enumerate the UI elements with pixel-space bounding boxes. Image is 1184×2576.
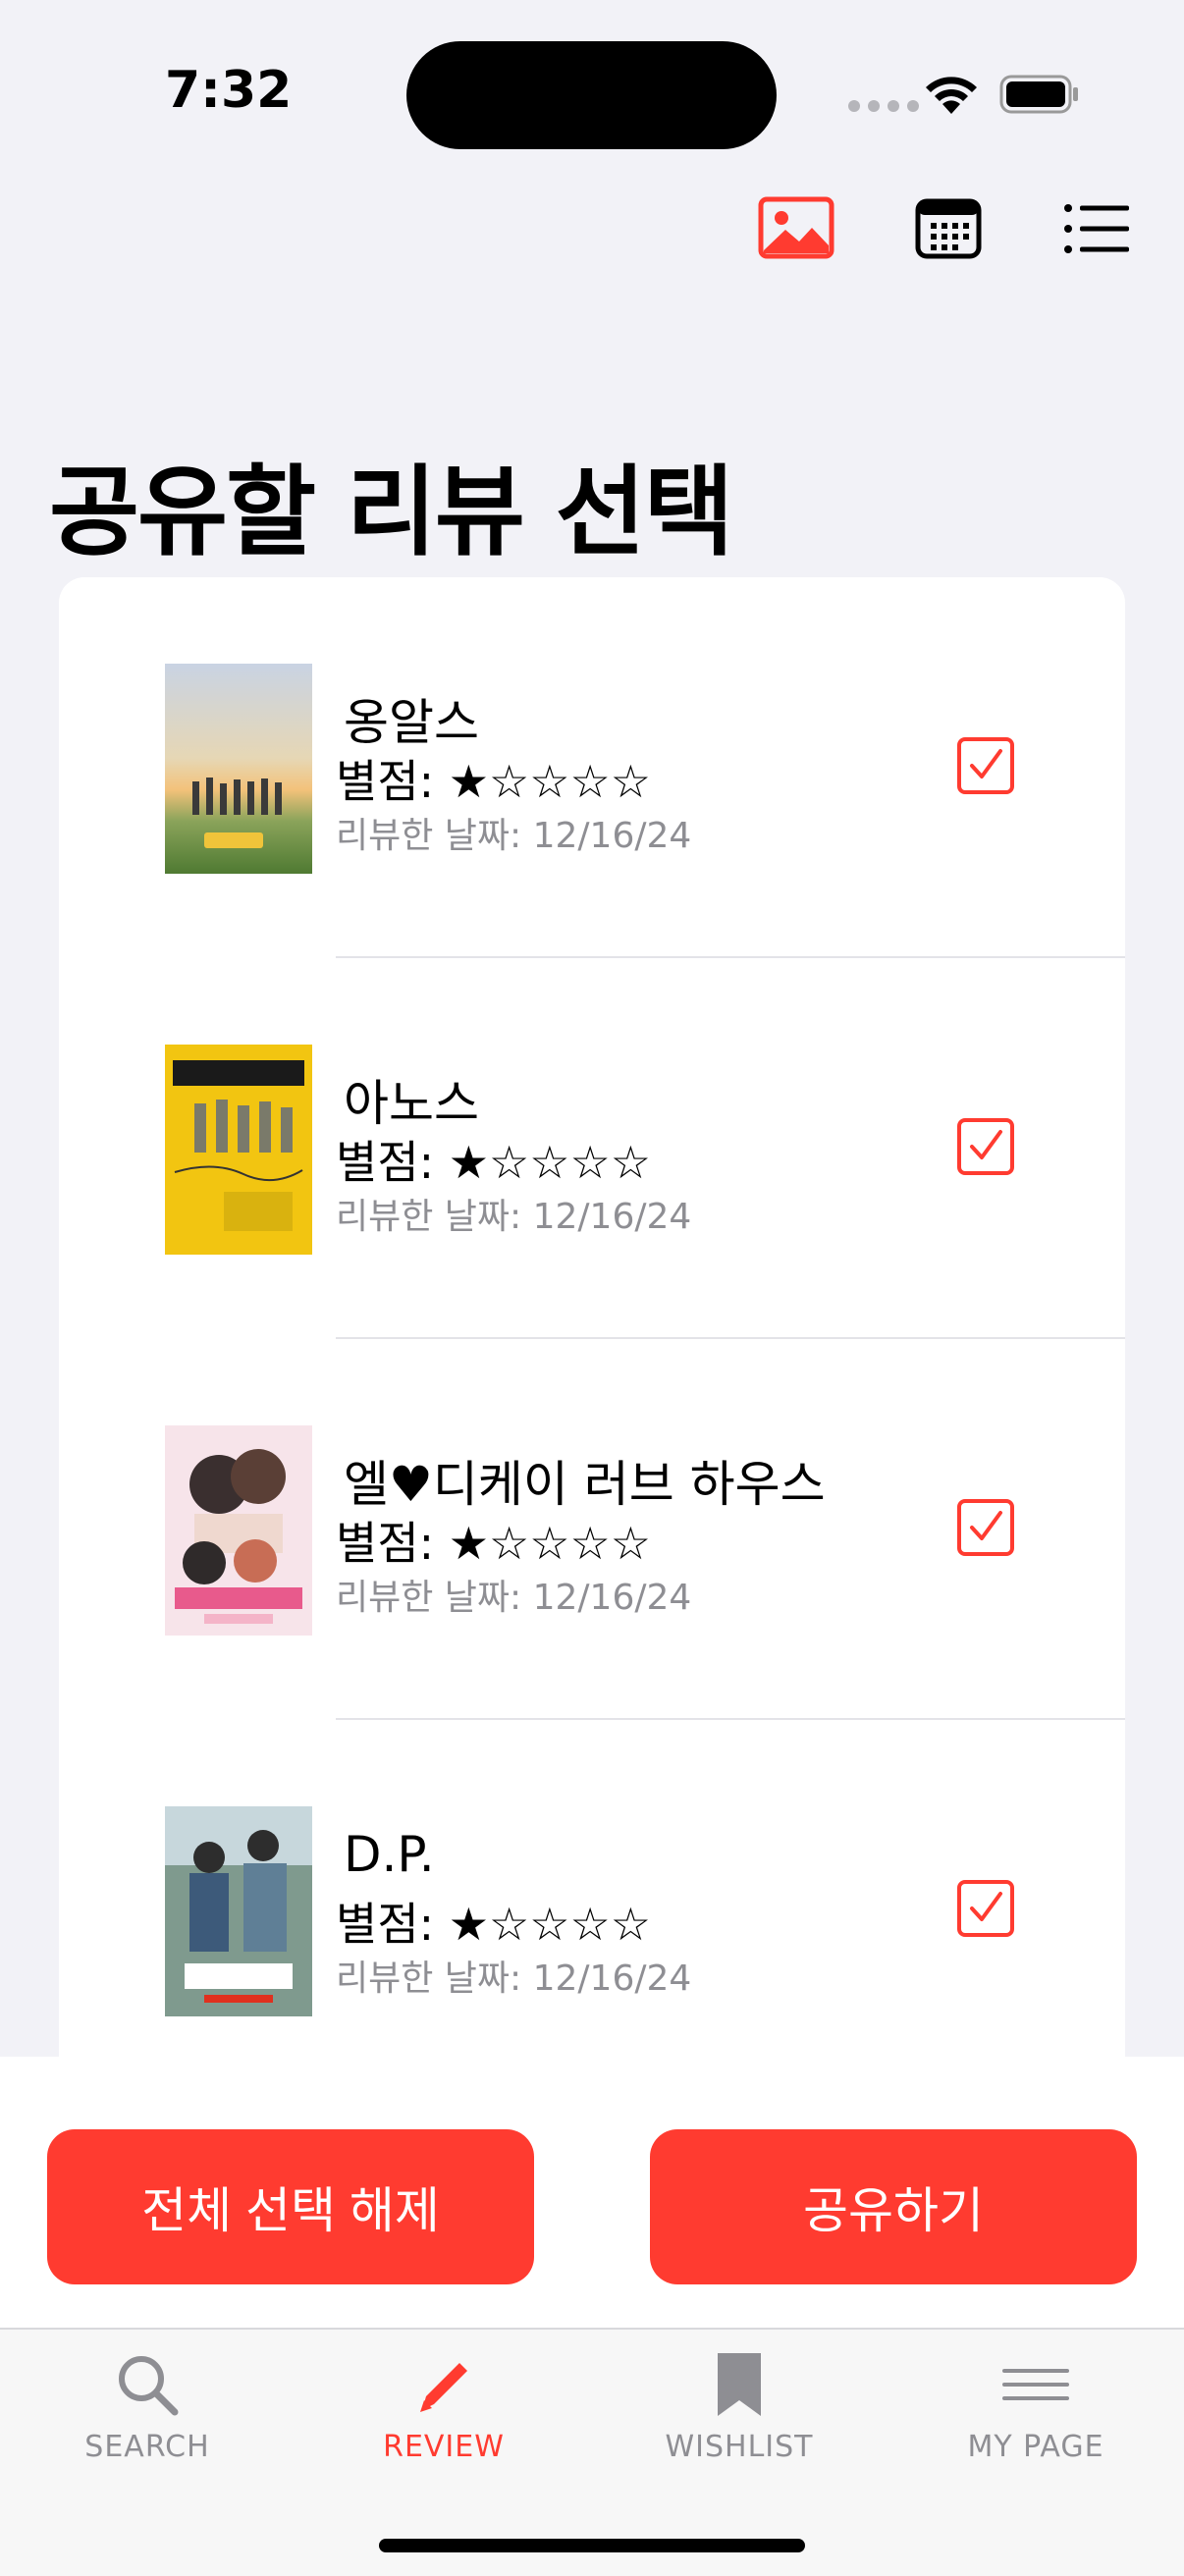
review-rating: 별점: ★☆☆☆☆	[336, 755, 651, 808]
review-rating: 별점: ★☆☆☆☆	[336, 1898, 651, 1951]
review-row[interactable]: 엘♥디케이 러브 하우스 별점: ★☆☆☆☆ 리뷰한 날짜: 12/16/24	[59, 1339, 1125, 1720]
checkbox-checked-icon[interactable]	[956, 1498, 1015, 1557]
home-indicator	[379, 2539, 805, 2552]
tab-wishlist[interactable]: WISHLIST	[592, 2349, 887, 2464]
tab-label: REVIEW	[383, 2430, 505, 2464]
review-title: 엘♥디케이 러브 하우스	[344, 1456, 826, 1513]
tab-mypage[interactable]: MY PAGE	[888, 2349, 1183, 2464]
poster-image	[165, 1045, 312, 1255]
poster-image	[165, 1425, 312, 1636]
review-rating: 별점: ★☆☆☆☆	[336, 1517, 651, 1570]
deselect-all-button[interactable]: 전체 선택 해제	[47, 2129, 534, 2284]
review-date: 리뷰한 날짜: 12/16/24	[336, 1197, 692, 1237]
checkbox-checked-icon[interactable]	[956, 736, 1015, 795]
review-title: 아노스	[344, 1075, 479, 1132]
review-date: 리뷰한 날짜: 12/16/24	[336, 1578, 692, 1618]
page-title: 공유할 리뷰 선택	[49, 455, 734, 569]
tab-review[interactable]: REVIEW	[296, 2349, 591, 2464]
cellular-signal-icon	[848, 100, 919, 112]
review-row[interactable]: 아노스 별점: ★☆☆☆☆ 리뷰한 날짜: 12/16/24	[59, 958, 1125, 1339]
review-date: 리뷰한 날짜: 12/16/24	[336, 816, 692, 856]
tab-label: MY PAGE	[967, 2430, 1104, 2464]
dynamic-island	[406, 41, 777, 149]
tab-search[interactable]: SEARCH	[0, 2349, 295, 2464]
wifi-icon	[926, 77, 977, 114]
action-bar: 전체 선택 해제 공유하기	[0, 2057, 1184, 2328]
review-title: 옹알스	[344, 694, 479, 751]
review-row[interactable]: D.P. 별점: ★☆☆☆☆ 리뷰한 날짜: 12/16/24	[59, 1720, 1125, 2069]
search-icon	[119, 2356, 179, 2416]
battery-icon	[999, 75, 1078, 114]
pencil-icon	[420, 2363, 467, 2412]
tab-label: WISHLIST	[665, 2430, 814, 2464]
image-icon[interactable]	[758, 196, 834, 259]
poster-image	[165, 1806, 312, 2016]
review-list: 옹알스 별점: ★☆☆☆☆ 리뷰한 날짜: 12/16/24 아노스 별점: ★…	[59, 577, 1125, 2069]
review-row[interactable]: 옹알스 별점: ★☆☆☆☆ 리뷰한 날짜: 12/16/24	[59, 577, 1125, 958]
poster-image	[165, 664, 312, 874]
status-time: 7:32	[165, 61, 293, 120]
review-title: D.P.	[344, 1826, 435, 1883]
tab-label: SEARCH	[84, 2430, 210, 2464]
calendar-icon[interactable]	[915, 196, 982, 259]
checkbox-checked-icon[interactable]	[956, 1117, 1015, 1176]
menu-icon	[1002, 2369, 1069, 2400]
bookmark-icon	[718, 2353, 761, 2416]
review-date: 리뷰한 날짜: 12/16/24	[336, 1959, 692, 1999]
list-icon[interactable]	[1064, 204, 1129, 253]
checkbox-checked-icon[interactable]	[956, 1879, 1015, 1938]
review-rating: 별점: ★☆☆☆☆	[336, 1136, 651, 1189]
share-button[interactable]: 공유하기	[650, 2129, 1137, 2284]
